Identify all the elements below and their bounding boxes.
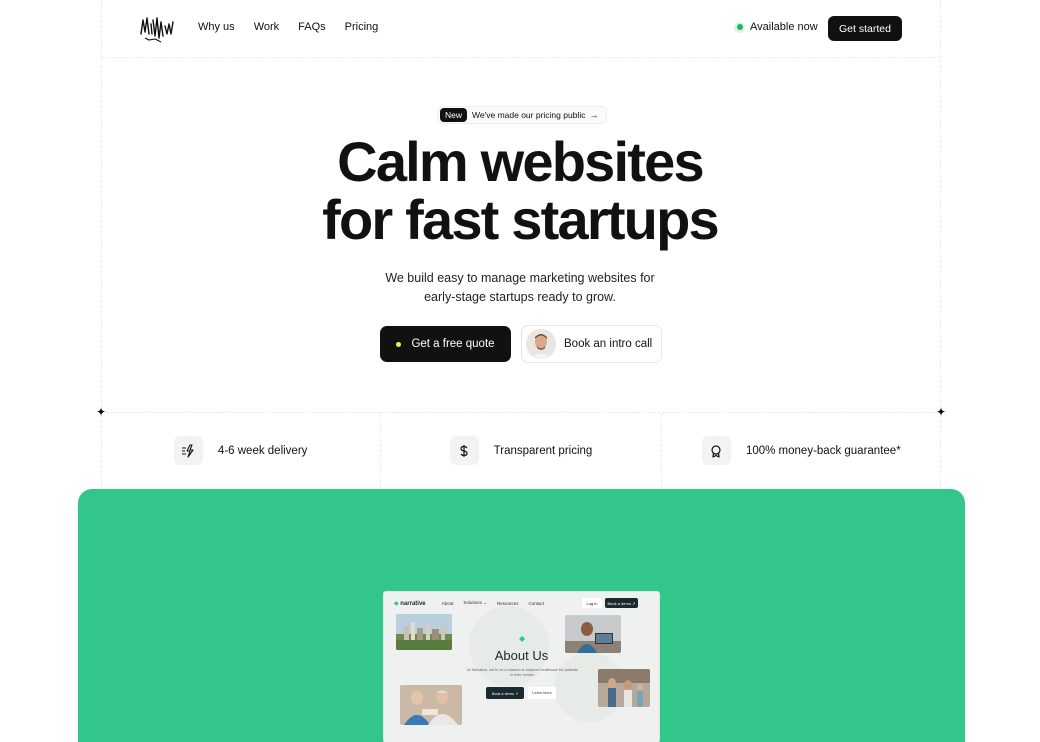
- nav-divider: [101, 57, 941, 58]
- nav-link-faqs[interactable]: FAQs: [298, 21, 326, 33]
- status-text: Available now: [750, 21, 818, 33]
- preview-secondary-button: Learn more: [528, 687, 556, 699]
- announcement-pill[interactable]: New We've made our pricing public →: [437, 106, 608, 124]
- hero-subtext: We build easy to manage marketing websit…: [0, 269, 1040, 306]
- free-quote-button[interactable]: Get a free quote: [380, 326, 511, 362]
- feature-label: 4-6 week delivery: [217, 444, 308, 457]
- dot-icon: [396, 341, 402, 347]
- free-quote-label: Get a free quote: [411, 338, 495, 350]
- feature-item: 100% money-back guarantee*: [662, 413, 941, 488]
- features-row: 4-6 week delivery Transparent pricing 10…: [101, 413, 941, 488]
- arrow-right-icon: →: [589, 110, 599, 120]
- nav-link-work[interactable]: Work: [254, 21, 279, 33]
- top-nav: Why us Work FAQs Pricing Available now G…: [101, 0, 941, 57]
- announcement-text: We've made our pricing public: [472, 110, 586, 120]
- headline-line-2: for fast startups: [322, 188, 720, 251]
- preview-link: Resources: [496, 600, 519, 606]
- subtext-line-2: early-stage startups ready to grow.: [424, 289, 616, 304]
- get-started-button[interactable]: Get started: [828, 16, 902, 41]
- preview-title: About Us: [494, 648, 549, 663]
- intro-call-button[interactable]: Book an intro call: [521, 325, 662, 363]
- preview-link: Solutions ⌄: [463, 600, 487, 605]
- avatar: [526, 329, 556, 359]
- family-photo: [598, 669, 650, 707]
- preview-primary-button: Book a demo ↗: [486, 687, 524, 699]
- status-dot-icon: [734, 21, 745, 33]
- preview-subtitle: At Narrative, we're on a mission to impr…: [467, 668, 578, 677]
- lightning-icon: [173, 436, 203, 465]
- preview-login-button: Log in: [582, 598, 602, 608]
- preview-demo-button: Book a demo ↗: [605, 598, 638, 608]
- badge-icon: [701, 436, 731, 465]
- nav-links: Why us Work FAQs Pricing: [198, 21, 397, 33]
- availability-status: Available now: [734, 21, 818, 33]
- subtext-line-1: We build easy to manage marketing websit…: [385, 271, 655, 285]
- preview-link: Contact: [528, 600, 544, 606]
- intro-call-label: Book an intro call: [564, 338, 653, 350]
- headline-line-1: Calm websites: [337, 130, 704, 193]
- person-avatar-icon: [526, 329, 556, 359]
- preview-link: About: [441, 600, 454, 606]
- feature-label: Transparent pricing: [493, 444, 593, 457]
- preview-logo: ◆ narrative: [394, 600, 426, 607]
- showcase-panel: ◆ narrative About Solutions ⌄ Resources …: [78, 489, 965, 742]
- city-photo: [396, 614, 452, 650]
- nav-link-pricing[interactable]: Pricing: [345, 21, 379, 33]
- nurse-patient-photo: [400, 685, 462, 725]
- new-badge: New: [440, 108, 468, 122]
- feature-item: Transparent pricing: [381, 413, 662, 488]
- logo-icon[interactable]: [139, 12, 175, 44]
- dollar-icon: [449, 436, 479, 465]
- share-icon: ◆: [519, 634, 526, 643]
- website-preview[interactable]: ◆ narrative About Solutions ⌄ Resources …: [383, 591, 660, 742]
- hero-headline: Calm websites for fast startups: [0, 133, 1040, 249]
- feature-item: 4-6 week delivery: [101, 413, 382, 488]
- feature-label: 100% money-back guarantee*: [745, 444, 901, 457]
- nav-link-why-us[interactable]: Why us: [198, 21, 235, 33]
